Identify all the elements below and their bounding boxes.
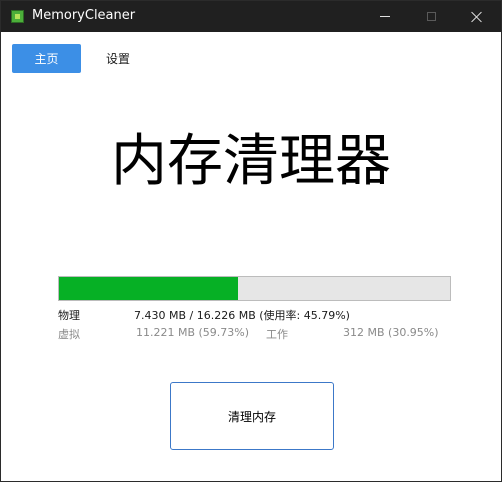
clean-memory-button[interactable]: 清理内存 (170, 382, 334, 450)
page-title: 内存清理器 (111, 129, 391, 194)
app-window: MemoryCleaner 主页 设置 内存清理器 物理 7.430 MB / … (0, 0, 502, 482)
minimize-icon (380, 16, 390, 17)
virtual-label: 虚拟 (58, 328, 80, 341)
working-label: 工作 (266, 328, 288, 341)
memory-chip-icon (11, 10, 24, 23)
working-value: 312 MB (30.95%) (343, 326, 439, 339)
progress-fill (59, 277, 238, 300)
minimize-button[interactable] (362, 1, 408, 32)
virtual-value: 11.221 MB (59.73%) (136, 326, 250, 339)
maximize-icon (426, 12, 436, 21)
tab-settings[interactable]: 设置 (95, 44, 141, 73)
maximize-button[interactable] (408, 1, 454, 32)
physical-value: 7.430 MB / 16.226 MB (使用率: 45.79%) (134, 309, 350, 322)
physical-label: 物理 (58, 309, 80, 322)
close-button[interactable] (454, 1, 500, 32)
close-icon (471, 11, 483, 23)
window-title: MemoryCleaner (32, 8, 136, 23)
memory-usage-progress-bar (58, 276, 451, 301)
title-bar[interactable]: MemoryCleaner (1, 1, 501, 32)
tab-home[interactable]: 主页 (12, 44, 81, 73)
